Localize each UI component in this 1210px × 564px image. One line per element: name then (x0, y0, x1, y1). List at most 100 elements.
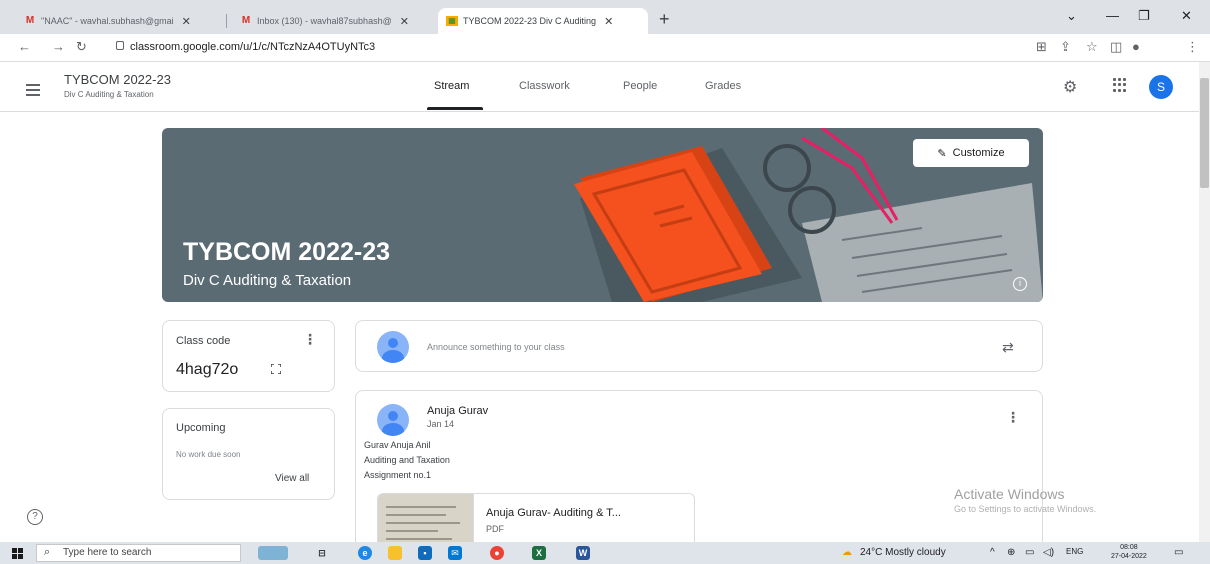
battery-icon[interactable]: ▭ (1025, 547, 1034, 558)
tab-label: "NAAC" - wavhal.subhash@gmai (41, 16, 174, 26)
gmail-icon: M (241, 15, 251, 26)
address-bar[interactable]: classroom.google.com/u/1/c/NTczNzA4OTUyN… (130, 41, 375, 53)
class-code-label: Class code (176, 335, 231, 347)
edge-icon[interactable]: e (358, 546, 372, 560)
post-text-line: Assignment no.1 (364, 470, 432, 480)
class-banner: TYBCOM 2022-23 Div C Auditing & Taxation… (162, 128, 1043, 302)
browser-menu-icon[interactable]: ⋮ (1186, 39, 1199, 55)
close-icon[interactable]: ✕ (400, 15, 409, 28)
task-view-icon[interactable]: ⊟ (315, 546, 329, 560)
class-section: Div C Auditing & Taxation (64, 90, 154, 99)
forward-arrow-icon[interactable]: → (52, 39, 65, 54)
volume-icon[interactable]: ◁) (1043, 547, 1054, 558)
tab-classwork[interactable]: Classwork (519, 80, 570, 92)
tab-label: TYBCOM 2022-23 Div C Auditing (463, 16, 597, 26)
menu-icon[interactable] (26, 84, 40, 99)
google-apps-icon[interactable] (1113, 78, 1127, 92)
activate-windows-text: Go to Settings to activate Windows. (954, 504, 1097, 514)
clock-time: 08:08 (1120, 544, 1138, 551)
tab-search-chevron-icon[interactable]: ⌄ (1066, 8, 1077, 24)
store-icon[interactable]: ▪ (418, 546, 432, 560)
side-panel-icon[interactable]: ◫ (1110, 39, 1122, 55)
more-options-icon[interactable]: ⋮ (303, 331, 317, 348)
banner-subtitle: Div C Auditing & Taxation (183, 272, 352, 289)
lock-icon (116, 41, 124, 50)
chrome-icon[interactable]: ● (490, 546, 504, 560)
windows-start-icon[interactable] (12, 548, 23, 559)
upcoming-text: No work due soon (176, 450, 241, 459)
avatar (377, 404, 409, 436)
share-icon[interactable]: ⇪ (1060, 39, 1071, 55)
tab-people[interactable]: People (623, 80, 657, 92)
gear-icon[interactable]: ⚙ (1063, 77, 1077, 97)
language-indicator[interactable]: ENG (1066, 547, 1083, 556)
fullscreen-icon[interactable] (271, 364, 281, 374)
repost-icon[interactable]: ⇄ (1002, 339, 1014, 356)
attachment-type: PDF (486, 524, 504, 534)
avatar (377, 331, 409, 363)
browser-tab-naac[interactable]: M "NAAC" - wavhal.subhash@gmai ✕ (16, 8, 199, 34)
upcoming-card: Upcoming No work due soon View all (162, 408, 335, 500)
windows-taskbar: Type here to search ⌕ ⊟ e ▪ ✉ ● X W ☁ 24… (0, 542, 1210, 564)
browser-tab-strip: M "NAAC" - wavhal.subhash@gmai ✕ M Inbox… (0, 0, 1210, 34)
reload-icon[interactable]: ↻ (76, 39, 87, 55)
announce-box[interactable]: Announce something to your class ⇄ (355, 320, 1043, 372)
scrollbar-thumb[interactable] (1200, 78, 1209, 188)
post-text-line: Gurav Anuja Anil (364, 440, 431, 450)
file-explorer-icon[interactable] (388, 546, 402, 560)
classroom-icon: ▦ (446, 16, 458, 26)
browser-tab-inbox[interactable]: M Inbox (130) - wavhal87subhash@ ✕ (232, 8, 417, 34)
post-text-line: Auditing and Taxation (364, 455, 450, 465)
browser-tab-classroom[interactable]: ▦ TYBCOM 2022-23 Div C Auditing ✕ (438, 8, 648, 34)
tab-stream[interactable]: Stream (434, 80, 469, 92)
info-icon[interactable]: i (1013, 277, 1027, 291)
customize-button[interactable]: ✎ Customize (913, 139, 1029, 167)
tab-separator (226, 14, 227, 28)
post-card: Anuja Gurav Jan 14 ⋮ Gurav Anuja Anil Au… (355, 390, 1043, 553)
taskbar-search-input[interactable]: Type here to search (36, 544, 241, 562)
bookmark-star-icon[interactable]: ☆ (1086, 39, 1098, 55)
upcoming-title: Upcoming (176, 422, 226, 434)
close-icon[interactable]: ✕ (182, 15, 191, 28)
back-arrow-icon[interactable]: ← (18, 39, 31, 54)
weather-icon[interactable]: ☁ (842, 547, 852, 558)
restore-icon[interactable]: ❐ (1138, 8, 1150, 24)
chevron-up-icon[interactable]: ^ (990, 547, 995, 558)
announce-placeholder[interactable]: Announce something to your class (427, 342, 565, 352)
help-icon[interactable]: ? (27, 509, 43, 525)
network-icon[interactable]: ⊕ (1007, 547, 1015, 558)
excel-icon[interactable]: X (532, 546, 546, 560)
close-icon[interactable]: ✕ (604, 15, 613, 28)
notifications-icon[interactable]: ▭ (1174, 547, 1183, 558)
view-all-link[interactable]: View all (275, 473, 309, 484)
profile-icon[interactable]: ● (1132, 39, 1140, 54)
mail-icon[interactable]: ✉ (448, 546, 462, 560)
attachment-title: Anuja Gurav- Auditing & T... (486, 507, 621, 519)
clock-date: 27-04-2022 (1111, 553, 1147, 560)
close-window-icon[interactable]: ✕ (1181, 8, 1192, 24)
install-app-icon[interactable]: ⊞ (1036, 39, 1047, 55)
class-code-card: Class code ⋮ 4hag72o (162, 320, 335, 392)
minimize-icon[interactable]: — (1106, 8, 1119, 23)
post-author[interactable]: Anuja Gurav (427, 405, 488, 417)
search-icon: ⌕ (44, 546, 51, 558)
classroom-header: TYBCOM 2022-23 Div C Auditing & Taxation… (0, 62, 1200, 112)
pencil-icon: ✎ (937, 147, 947, 160)
banner-title: TYBCOM 2022-23 (183, 238, 391, 266)
post-date: Jan 14 (427, 419, 455, 429)
taskbar-thumbnail-icon[interactable] (258, 546, 288, 560)
browser-toolbar: ← → ↻ classroom.google.com/u/1/c/NTczNzA… (0, 34, 1210, 62)
system-clock[interactable]: 08:08 27-04-2022 (1111, 543, 1147, 561)
active-tab-indicator (427, 107, 483, 110)
word-icon[interactable]: W (576, 546, 590, 560)
class-title[interactable]: TYBCOM 2022-23 (64, 72, 171, 87)
tab-label: Inbox (130) - wavhal87subhash@ (257, 16, 392, 26)
tab-grades[interactable]: Grades (705, 80, 741, 92)
activate-windows-title: Activate Windows (954, 486, 1065, 502)
avatar[interactable]: S (1149, 75, 1173, 99)
more-options-icon[interactable]: ⋮ (1006, 409, 1020, 426)
class-code-value: 4hag72o (176, 361, 239, 378)
new-tab-plus-icon[interactable]: + (659, 9, 670, 30)
customize-label: Customize (952, 147, 1005, 159)
weather-text[interactable]: 24°C Mostly cloudy (860, 547, 946, 558)
